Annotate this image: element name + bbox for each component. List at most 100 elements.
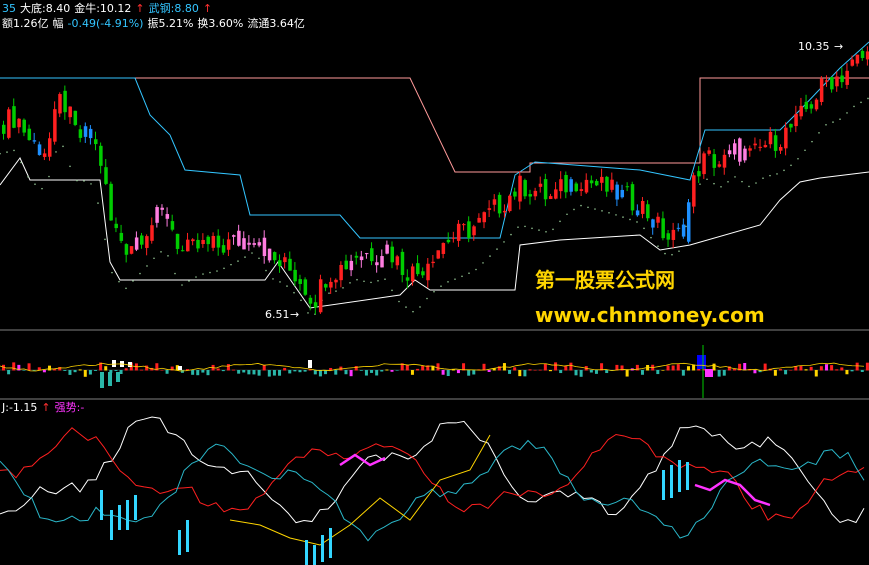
volume-bar [370,370,374,373]
volume-bar [824,364,828,371]
volume-bar [605,370,609,374]
watermark-title: 第一股票公式网 [535,268,675,292]
volume-bar [94,370,98,371]
trend-dot [713,182,715,185]
candle-body [426,263,430,281]
volume-cyan-bar [108,372,112,386]
volume-bar [508,370,512,374]
low-arrow: → [290,308,299,321]
volume-bar [784,370,788,375]
trend-dot [6,151,8,153]
volume-bar [165,370,169,374]
candle-body [237,230,241,246]
volume-bar [814,370,818,377]
kdj-cyan-bar [321,535,324,562]
volume-bar [686,366,690,371]
volume-bar [809,366,813,371]
volume-bar [242,370,246,373]
candle-body [789,123,793,128]
volume-bar [303,370,307,372]
candle-body [640,200,645,214]
candle-body [748,148,752,151]
volume-cyan-bar [116,372,120,382]
trend-dot [55,151,57,153]
candle-body [42,153,47,157]
candle-body [400,251,405,275]
chart-stage[interactable]: 35 大底:8.40 金牛:10.12 ↑ 武钢:8.80 ↑ 额1.26亿幅 -0.49(… [0,0,869,565]
volume-bar [7,370,11,375]
candle-body [605,176,609,192]
candle-body [712,154,717,168]
trend-dot [699,183,701,185]
trend-dot [552,228,554,231]
candle-body [518,175,522,202]
trend-dot [272,278,274,280]
trend-dot [265,269,267,272]
volume-bar [482,363,486,371]
trend-dot [706,178,708,181]
volume-bar [78,369,82,371]
candle-body [129,246,134,254]
trend-dot [188,280,190,282]
candle-body [349,260,354,271]
strong-segment-2 [694,478,771,507]
trend-dot [636,221,638,223]
candle-body [410,266,415,282]
candle-body [456,223,461,241]
trend-dot [839,118,841,120]
band-lines [0,41,869,315]
candle-body [186,239,190,252]
trend-dot [202,273,204,275]
candle-body [196,239,200,249]
trend-dot [643,227,645,230]
candle-body [140,235,144,245]
trend-dot [363,280,365,283]
volume-bar [390,370,394,372]
volume-bar [201,370,205,373]
volume-bar [216,368,220,371]
kdj-cyan-bar [686,462,689,490]
trend-dot [580,204,582,207]
candle-body [27,128,32,141]
candle-body [2,124,6,134]
candle-body [283,257,287,263]
candle-body [824,80,829,82]
candle-body [191,239,195,242]
candle-body [686,202,691,242]
trend-dot [111,271,113,274]
volume-bar [548,370,552,372]
trend-dot [419,306,421,308]
volume-panel [0,345,869,398]
trend-dot [160,251,162,253]
volume-bar [27,363,31,371]
price-chart-svg[interactable]: 10.35 → 6.51 → 第一股票公式网 www.chnmoney.com [0,0,869,565]
trend-dot [27,176,29,178]
trend-dot [685,225,687,228]
trend-dot [755,182,757,184]
volume-bar [717,370,721,377]
candle-body [134,237,139,250]
candle-body [242,238,246,250]
trend-dot [83,180,85,182]
trend-dot [251,252,253,254]
volume-bar [692,364,696,371]
candle-body [692,175,696,207]
trend-dot [349,282,351,284]
candle-body [124,244,129,255]
volume-bar [226,364,230,371]
high-arrow: → [834,40,843,53]
trend-dot [216,270,218,272]
volume-bar [405,364,409,371]
volume-bar [278,370,282,376]
trend-dot [335,290,337,292]
candle-body [375,262,379,266]
candle-body [114,223,118,229]
volume-bar [513,367,517,371]
candle-body [630,184,635,211]
volume-bar [472,370,476,375]
trend-dot [405,306,407,308]
trend-dot [342,287,344,289]
trend-dot [223,267,225,270]
candle-body [472,226,476,236]
volume-bar [559,370,563,374]
